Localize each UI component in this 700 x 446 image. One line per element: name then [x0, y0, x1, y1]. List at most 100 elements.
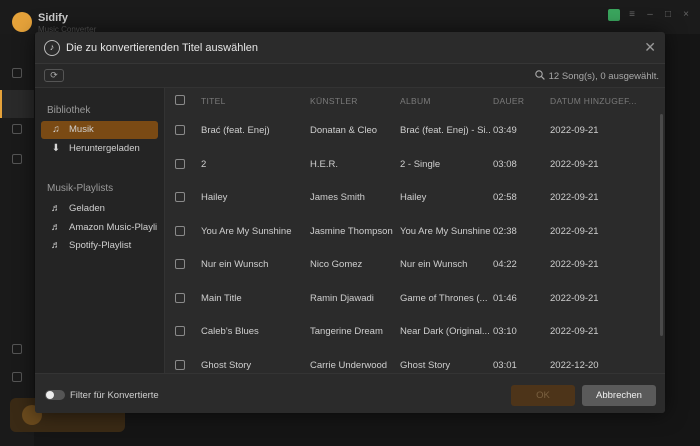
home-icon[interactable]: [12, 68, 22, 78]
cell-album: Ghost Story: [400, 359, 451, 371]
sidebar-item-geladen[interactable]: ♬ Geladen: [41, 200, 158, 218]
cell-artist: Nico Gomez: [310, 259, 363, 270]
sidebar-item-spotify-playlist[interactable]: ♬ Spotify-Playlist: [41, 237, 158, 255]
cell-title: Ghost Story: [201, 359, 252, 371]
table-row[interactable]: Caleb's Blues Tangerine Dream Near Dark (O…: [166, 314, 661, 347]
cell-title: 2: [201, 158, 207, 170]
app-name: Sidify: [38, 12, 68, 24]
sidebar-item-amazon-playlist[interactable]: ♬ Amazon Music-Playli...: [41, 219, 158, 237]
row-checkbox[interactable]: [175, 225, 185, 236]
cell-title: Brać (feat. Enej): [201, 125, 270, 136]
sidebar-item-label: Geladen: [69, 203, 105, 214]
cell-album: Brać (feat. Enej) - Si...: [400, 125, 490, 136]
ok-button[interactable]: OK: [511, 385, 575, 406]
cell-album: 2 - Single: [400, 158, 441, 170]
cell-artist: Donatan & Cleo: [310, 125, 378, 136]
cell-artist: Ramin Djawadi: [310, 292, 374, 304]
cell-album: Game of Thrones (...: [400, 292, 488, 304]
row-checkbox[interactable]: [175, 359, 185, 370]
column-title[interactable]: TITEL: [201, 96, 226, 106]
cell-date: 2022-09-21: [550, 326, 599, 337]
cell-title: Hailey: [201, 192, 228, 203]
select-all-checkbox[interactable]: [175, 95, 185, 105]
app-titlebar: Sidify Music Converter ≡ – □ ×: [0, 0, 700, 34]
app-grid-icon[interactable]: [608, 9, 620, 21]
minimize-icon[interactable]: –: [644, 9, 656, 21]
sidebar-item-label: Spotify-Playlist: [69, 240, 132, 251]
row-checkbox[interactable]: [175, 158, 185, 169]
cell-date: 2022-09-21: [550, 225, 599, 237]
table-row[interactable]: Main Title Ramin Djawadi Game of Thrones (…: [166, 281, 661, 314]
column-date-added[interactable]: DATUM HINZUGEF...: [550, 96, 637, 106]
cell-album: You Are My Sunshine: [400, 225, 490, 237]
cell-album: Nur ein Wunsch: [400, 259, 468, 270]
cell-duration: 03:49: [493, 125, 517, 136]
cell-artist: Jasmine Thompson: [310, 225, 393, 237]
sidebar-item-downloaded[interactable]: ⬇ Heruntergeladen: [41, 140, 158, 158]
download-icon: ⬇: [51, 143, 61, 154]
dialog-header: ♪ Die zu konvertierenden Titel auswählen…: [35, 32, 665, 64]
cell-album: Hailey: [400, 192, 427, 203]
close-icon[interactable]: ✕: [644, 39, 656, 56]
column-album[interactable]: ALBUM: [400, 96, 431, 106]
row-checkbox[interactable]: [175, 326, 185, 336]
row-checkbox[interactable]: [175, 259, 185, 269]
dialog-footer: Filter für Konvertierte OK Abbrechen: [35, 373, 665, 413]
playlists-heading: Musik-Playlists: [47, 183, 114, 194]
song-count: 12 Song(s), 0 ausgewählt.: [548, 71, 659, 82]
cell-title: Main Title: [201, 292, 242, 304]
cell-title: Nur ein Wunsch: [201, 259, 269, 270]
table-row[interactable]: You Are My Sunshine Jasmine Thompson You A…: [166, 214, 661, 247]
cell-duration: 02:38: [493, 225, 517, 237]
tools-icon[interactable]: [12, 154, 22, 164]
cell-date: 2022-09-21: [550, 158, 599, 170]
sidebar-item-label: Musik: [69, 124, 94, 135]
cell-album: Near Dark (Original...: [400, 326, 490, 337]
songs-table: TITEL KÜNSTLER ALBUM DAUER DATUM HINZUGE…: [166, 88, 665, 373]
table-row[interactable]: Hailey James Smith Hailey 02:58 2022-09-21: [166, 180, 661, 213]
table-row[interactable]: Brać (feat. Enej) Donatan & Cleo Brać (fea…: [166, 113, 661, 146]
dialog-toolbar: ⟳ 12 Song(s), 0 ausgewählt.: [35, 64, 665, 88]
refresh-button[interactable]: ⟳: [44, 69, 64, 82]
app-sidebar-active-item[interactable]: [0, 90, 34, 118]
mail-icon[interactable]: [12, 372, 22, 382]
column-artist[interactable]: KÜNSTLER: [310, 96, 358, 106]
row-checkbox[interactable]: [175, 125, 185, 135]
dialog-sidebar: Bibliothek ♫ Musik ⬇ Heruntergeladen Mus…: [35, 88, 165, 373]
cell-artist: James Smith: [310, 192, 365, 203]
playlist-icon: ♬: [51, 240, 61, 251]
scrollbar[interactable]: [660, 114, 663, 336]
app-sidebar: [0, 34, 34, 446]
table-row[interactable]: Nur ein Wunsch Nico Gomez Nur ein Wunsch 04…: [166, 247, 661, 280]
cell-duration: 03:01: [493, 359, 517, 371]
cell-artist: Tangerine Dream: [310, 326, 383, 337]
music-note-icon: ♪: [44, 40, 60, 56]
table-row[interactable]: 2 H.E.R. 2 - Single 03:08 2022-09-21: [166, 147, 661, 180]
cancel-button[interactable]: Abbrechen: [582, 385, 656, 406]
clock-icon[interactable]: [12, 124, 22, 134]
filter-converted-toggle[interactable]: [45, 390, 65, 400]
cell-date: 2022-12-20: [550, 359, 599, 371]
maximize-icon[interactable]: □: [662, 9, 674, 21]
playlist-icon: ♬: [51, 222, 61, 233]
cell-date: 2022-09-21: [550, 259, 599, 270]
search-icon[interactable]: [535, 70, 545, 80]
row-checkbox[interactable]: [175, 292, 185, 303]
window-close-icon[interactable]: ×: [680, 9, 692, 21]
music-note-icon: ♫: [52, 124, 60, 135]
cell-date: 2022-09-21: [550, 292, 599, 304]
cell-duration: 02:58: [493, 192, 517, 203]
sidebar-item-label: Amazon Music-Playli...: [69, 222, 158, 233]
cell-artist: Carrie Underwood: [310, 359, 388, 371]
filter-converted-label: Filter für Konvertierte: [70, 390, 159, 401]
column-duration[interactable]: DAUER: [493, 96, 524, 106]
cell-duration: 01:46: [493, 292, 517, 304]
app-logo-icon: [12, 12, 32, 32]
cell-date: 2022-09-21: [550, 192, 599, 203]
row-checkbox[interactable]: [175, 192, 185, 202]
menu-icon[interactable]: ≡: [626, 9, 638, 21]
sidebar-item-label: Heruntergeladen: [69, 143, 140, 154]
window-controls: ≡ – □ ×: [608, 9, 692, 21]
settings-icon[interactable]: [12, 344, 22, 354]
sidebar-item-musik[interactable]: ♫ Musik: [41, 121, 158, 139]
